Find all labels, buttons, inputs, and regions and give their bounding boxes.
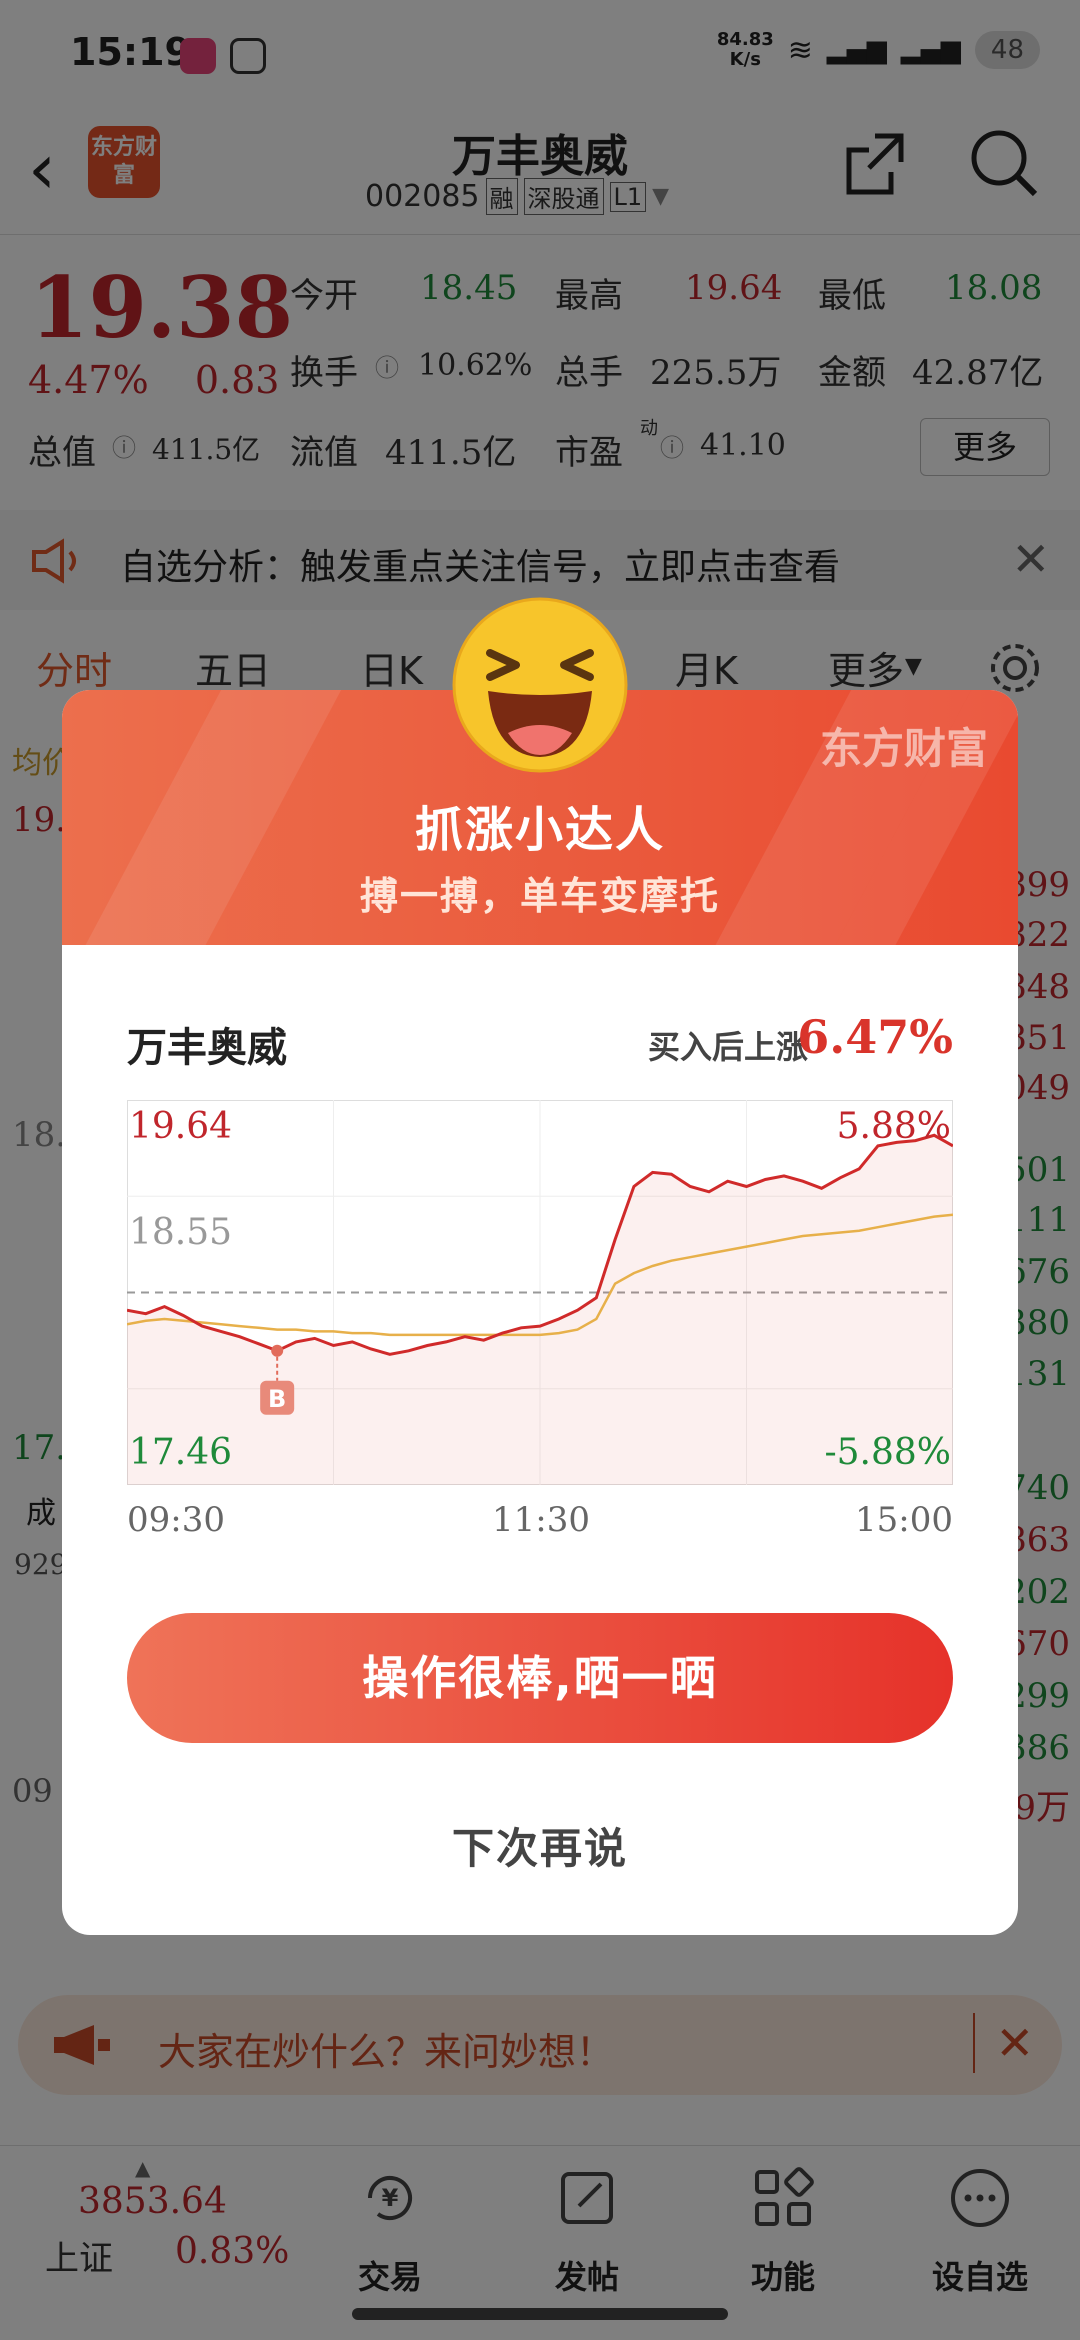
y-mid-label: 18.55 — [129, 1212, 233, 1253]
x-label-close: 15:00 — [855, 1500, 953, 1540]
later-button[interactable]: 下次再说 — [62, 1815, 1018, 1876]
laughing-emoji-icon — [452, 597, 628, 773]
modal-stock-name: 万丰奥威 — [127, 1025, 287, 1071]
modal-subtitle: 搏一搏，单车变摩托 — [359, 874, 720, 918]
x-label-open: 09:30 — [127, 1500, 225, 1540]
intraday-chart: B 19.64 18.55 17.46 5.88% -5.88% — [126, 1100, 954, 1485]
pct-min-label: -5.88% — [824, 1432, 951, 1473]
buy-badge-label: B — [268, 1385, 286, 1413]
x-label-mid: 11:30 — [492, 1500, 590, 1540]
gain-value: 6.47% — [797, 1010, 953, 1064]
gain-label: 买入后上涨 — [647, 1028, 808, 1066]
achievement-modal: 东方财富 抓涨小达人 搏一搏，单车变摩托 万丰奥威 买入后上涨 6.47% B … — [62, 690, 1018, 1935]
chart-svg: B — [126, 1100, 954, 1485]
pct-max-label: 5.88% — [836, 1106, 951, 1147]
y-max-label: 19.64 — [129, 1106, 233, 1147]
share-button[interactable]: 操作很棒,晒一晒 — [127, 1613, 953, 1743]
brand-watermark: 东方财富 — [819, 724, 988, 773]
buy-point — [271, 1344, 284, 1357]
y-min-label: 17.46 — [129, 1432, 233, 1473]
modal-title: 抓涨小达人 — [414, 802, 665, 858]
